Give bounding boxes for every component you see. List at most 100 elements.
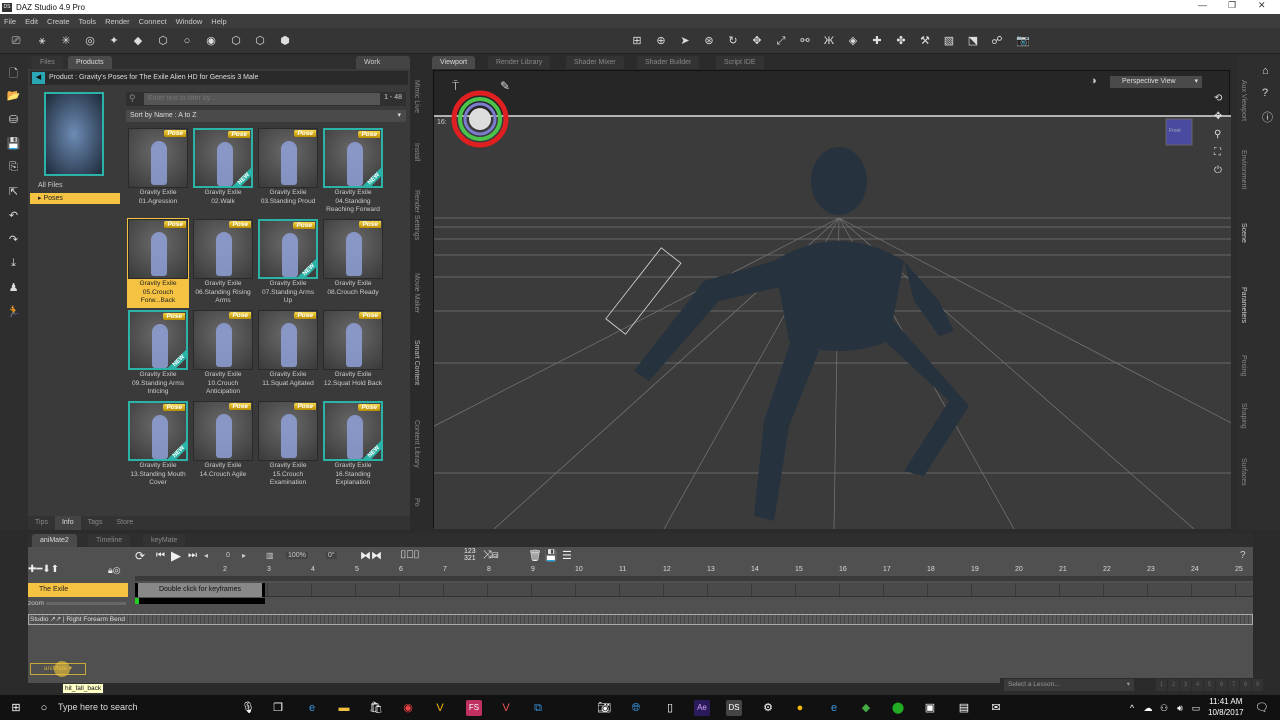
ie-icon[interactable]: e xyxy=(826,700,842,716)
app-icon-5[interactable]: ⬤ xyxy=(890,700,906,716)
skip-end-icon[interactable]: ⏭ xyxy=(188,550,197,561)
view-cube-face[interactable]: Front xyxy=(1169,128,1181,134)
back-arrow-icon[interactable]: ◀ xyxy=(32,72,45,84)
asset-tile[interactable]: Pose Gravity Exile 14.Crouch Agile xyxy=(192,400,254,490)
tab-files[interactable]: Files xyxy=(32,56,63,69)
open-icon[interactable]: 📂 xyxy=(6,89,21,103)
pin-icon[interactable]: ✎ xyxy=(500,79,510,93)
spotrender-icon[interactable]: ▧ xyxy=(941,34,957,48)
render-settings-icon[interactable]: ☍ xyxy=(989,34,1005,48)
menu-tools[interactable]: Tools xyxy=(79,17,97,26)
tab-info[interactable]: Info xyxy=(54,516,81,530)
display-icon[interactable]: ▭ xyxy=(1188,700,1204,716)
list-icon[interactable]: ☰ xyxy=(562,549,572,562)
chrome-icon[interactable]: ◉ xyxy=(400,700,416,716)
globe-icon[interactable]: 🌐︎ xyxy=(628,700,644,716)
restore-icon[interactable]: ❐ xyxy=(1228,0,1236,11)
view-select-dropdown[interactable]: Perspective View ▾ xyxy=(1110,76,1202,88)
tree-item-poses[interactable]: ▸ Poses xyxy=(30,193,120,204)
tab-products[interactable]: Products xyxy=(68,56,112,69)
clock[interactable]: 11:41 AM 10/8/2017 xyxy=(1208,696,1244,718)
add-remove-icon[interactable]: ✚━⬇⬆ xyxy=(28,564,59,575)
draw-style-icon[interactable]: ◑ xyxy=(1090,75,1097,87)
redo-icon[interactable]: ↷ xyxy=(6,233,21,247)
asset-tile[interactable]: Pose NEW Gravity Exile 04.Standing Reachin… xyxy=(322,127,384,217)
tab-tips[interactable]: Tips xyxy=(28,516,55,530)
norton-icon[interactable]: V xyxy=(432,700,448,716)
lock-icon[interactable]: 🔒︎◎ xyxy=(108,565,121,576)
lesson-page-button[interactable]: 8 xyxy=(1240,679,1251,691)
asset-tile[interactable]: Pose Gravity Exile 10.Crouch Anticipation xyxy=(192,309,254,399)
orbit-icon[interactable]: ⟲ xyxy=(1214,93,1222,104)
new-file-icon[interactable]: 🗋 xyxy=(6,65,21,80)
node-select-icon[interactable]: ⊛ xyxy=(701,34,717,48)
home-icon[interactable]: ⌂ xyxy=(1262,65,1269,77)
3d-viewport[interactable]: 16: Front ⍑ ✎ ◑ Perspective View ▾ ⟲ ✥ ⚲ … xyxy=(433,70,1231,529)
lesson-page-button[interactable]: 9 xyxy=(1252,679,1263,691)
volume-icon[interactable]: 🔊︎ xyxy=(1172,700,1188,716)
menu-edit[interactable]: Edit xyxy=(25,17,38,26)
help-icon[interactable]: ⓘ xyxy=(1262,109,1273,125)
node-icon[interactable]: ◉ xyxy=(203,34,219,48)
app-icon-7[interactable]: ▤ xyxy=(956,700,972,716)
zoom-slider[interactable] xyxy=(46,602,126,605)
tab-shader-builder[interactable]: Shader Builder xyxy=(637,56,700,69)
zoom-icon[interactable]: ⚲ xyxy=(1214,129,1221,140)
tab-tags[interactable]: Tags xyxy=(81,516,110,530)
windows-start-icon[interactable]: ⊞ xyxy=(8,700,24,716)
proxy-icon[interactable]: ⬢ xyxy=(277,34,293,48)
light-icon[interactable]: ✦ xyxy=(106,34,122,48)
lesson-page-button[interactable]: 2 xyxy=(1168,679,1179,691)
close-icon[interactable]: ✕ xyxy=(1258,0,1266,11)
app-icon-2[interactable]: ⚙ xyxy=(760,700,776,716)
side-tab-posing[interactable]: Posing xyxy=(1240,355,1247,376)
lesson-page-button[interactable]: 1 xyxy=(1156,679,1167,691)
pose-icon[interactable]: 🏃 xyxy=(6,305,21,319)
figure-icon[interactable]: ♟ xyxy=(6,281,21,295)
primitive-icon[interactable]: ◆ xyxy=(130,34,146,48)
notifications-icon[interactable]: 🗨︎ xyxy=(1254,700,1270,716)
select-tool-icon[interactable]: ➤ xyxy=(677,34,693,48)
tab-script-ide[interactable]: Script IDE xyxy=(716,56,764,69)
point-light-icon[interactable]: ✳ xyxy=(58,34,74,48)
asset-tile[interactable]: Pose Gravity Exile 01.Agression xyxy=(127,127,189,217)
zoom-percent-field[interactable]: 100% xyxy=(286,552,308,559)
group-icon[interactable]: ○ xyxy=(179,34,195,48)
taskbar-search-input[interactable]: Type here to search xyxy=(58,702,138,712)
app-icon-4[interactable]: ◆ xyxy=(858,700,874,716)
side-tab-movie-maker[interactable]: Movie Maker xyxy=(413,273,420,313)
microphone-icon[interactable]: 🎙︎ xyxy=(240,700,256,716)
undo-icon[interactable]: ↶ xyxy=(6,209,21,223)
fit-icon[interactable]: ⧓⧓ xyxy=(360,549,382,562)
distant-light-icon[interactable]: ⚹ xyxy=(34,34,50,48)
file-explorer-icon[interactable]: ▬ xyxy=(336,700,352,716)
reverse-order-icon[interactable]: 123 321 xyxy=(464,548,476,562)
after-effects-icon[interactable]: Ae xyxy=(694,700,710,716)
angle-field[interactable]: 0° xyxy=(326,552,337,559)
edge-icon[interactable]: e xyxy=(304,700,320,716)
range-icon[interactable]: ⌷⎕⌷ xyxy=(400,549,420,562)
side-tab-parameters[interactable]: Parameters xyxy=(1240,287,1247,323)
vivaldi-icon[interactable]: V xyxy=(498,700,514,716)
frame-icon[interactable]: ⛶ xyxy=(1214,147,1221,158)
new-camera-icon[interactable]: ⎚ xyxy=(8,34,24,48)
frame-ruler[interactable]: 2 3 4 5 6 7 8 9 10 11 12 13 14 15 16 17 18 19 20 21 22 23 24 25 xyxy=(135,566,1253,576)
side-tab-posing[interactable]: Po xyxy=(413,498,420,507)
merge-icon[interactable]: ⛁ xyxy=(6,113,21,127)
swap-icon[interactable]: ⤨⧈ xyxy=(483,549,499,562)
document-icon[interactable]: ▯ xyxy=(662,700,678,716)
onedrive-icon[interactable]: ☁ xyxy=(1140,700,1156,716)
menu-window[interactable]: Window xyxy=(176,17,203,26)
app-icon-3[interactable]: ● xyxy=(792,700,808,716)
camera-app-icon[interactable]: 📷︎ xyxy=(596,700,612,716)
app-icon[interactable]: ⧉ xyxy=(530,700,546,716)
block-scrubber[interactable] xyxy=(135,598,265,604)
drop-to-floor-icon[interactable]: ⤓ xyxy=(6,257,21,271)
save-as-icon[interactable]: ⎘ xyxy=(6,161,21,175)
play-icon[interactable]: ▶ xyxy=(171,548,181,564)
tab-shader-mixer[interactable]: Shader Mixer xyxy=(566,56,624,69)
null-icon[interactable]: ⬡ xyxy=(155,34,171,48)
surface-tool-icon[interactable]: ◈ xyxy=(845,34,861,48)
search-icon[interactable]: ○ xyxy=(36,700,52,716)
select-lesson-dropdown[interactable]: Select a Lesson... ▾ xyxy=(1004,679,1134,691)
